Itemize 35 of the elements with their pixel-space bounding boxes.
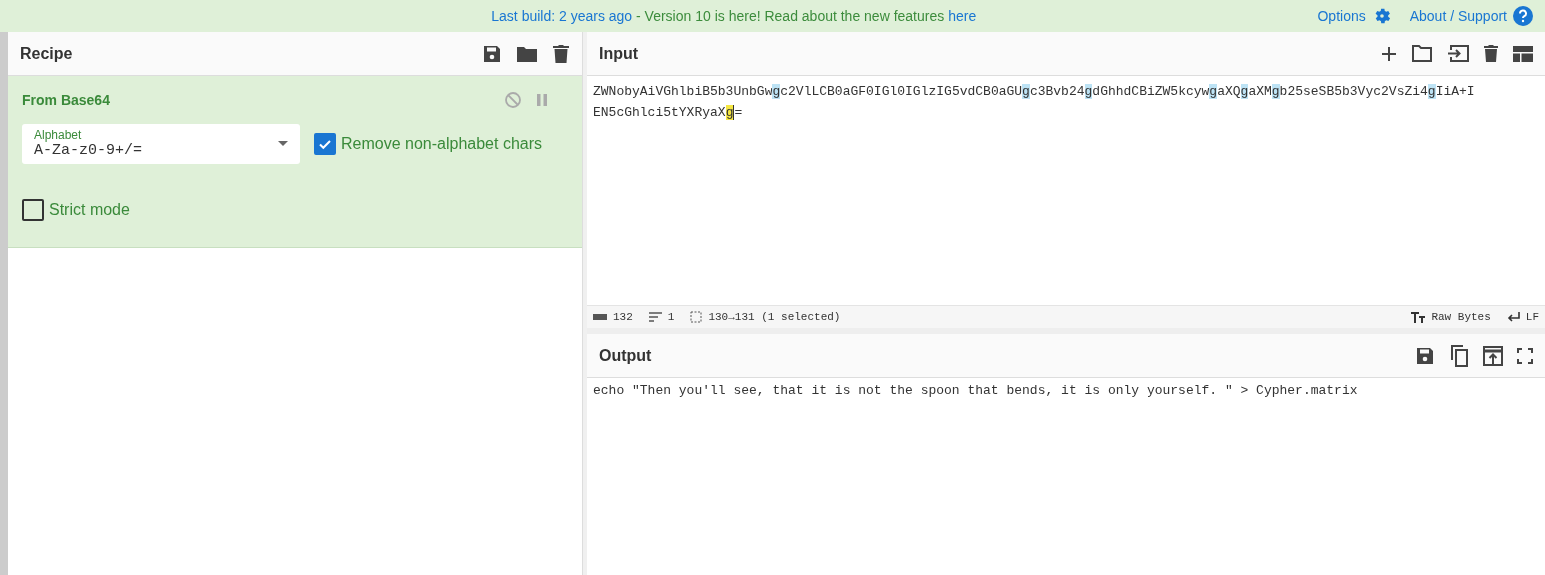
add-icon[interactable]	[1381, 45, 1397, 62]
save-icon[interactable]	[482, 43, 502, 64]
layout-icon[interactable]	[1513, 45, 1533, 62]
selection-stat: 130→131 (1 selected)	[690, 311, 841, 323]
checkbox-option[interactable]: Strict mode	[22, 199, 568, 221]
checkbox[interactable]	[22, 199, 44, 221]
font-icon	[1411, 311, 1426, 323]
header-link[interactable]: Options	[1317, 6, 1392, 26]
banner-message: Last build: 2 years ago - Version 10 is here! Read about the new features here	[490, 8, 978, 24]
fullscreen-icon[interactable]	[1517, 347, 1533, 364]
copy-icon[interactable]	[1449, 344, 1469, 367]
save-icon[interactable]	[1415, 345, 1435, 366]
upload-icon[interactable]	[1483, 345, 1503, 366]
return-icon	[1506, 312, 1520, 322]
checkbox[interactable]	[314, 133, 336, 155]
length-stat: 132	[593, 311, 633, 323]
import-icon[interactable]	[1447, 44, 1469, 63]
trash-icon[interactable]	[552, 43, 570, 64]
alphabet-dropdown[interactable]: Alphabet A-Za-z0-9+/=	[22, 124, 300, 164]
trash-icon[interactable]	[1483, 44, 1499, 63]
selection-icon	[690, 311, 703, 323]
panel-title: Recipe	[20, 44, 73, 63]
operation-name: From Base64	[22, 92, 110, 108]
encoding-button[interactable]: Raw Bytes	[1411, 311, 1491, 323]
help-icon	[1513, 6, 1533, 26]
lines-stat: 1	[648, 311, 675, 323]
eol-button[interactable]: LF	[1506, 311, 1539, 323]
text-icon	[593, 314, 607, 320]
caret-icon	[278, 141, 288, 146]
lines-icon	[648, 312, 662, 322]
checkbox-option[interactable]: Remove non-alphabet chars	[314, 133, 542, 155]
panel-title: Output	[599, 346, 652, 365]
header-link[interactable]: About / Support	[1409, 6, 1533, 26]
panel-title: Input	[599, 44, 639, 63]
folder-icon[interactable]	[1411, 44, 1433, 63]
